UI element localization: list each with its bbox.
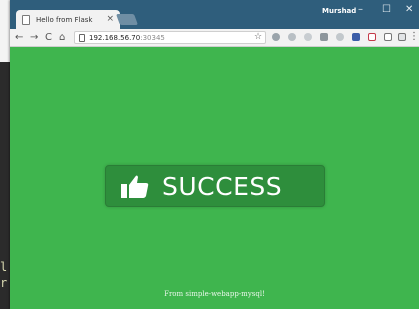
browser-menu-icon[interactable]: ⋮ bbox=[409, 30, 419, 44]
page-content: SUCCESS From simple-webapp-mysql! bbox=[10, 47, 419, 309]
extension-icon[interactable] bbox=[336, 33, 344, 41]
browser-window: Hello from Flask × Murshad – ☐ ✕ ← → C ⌂… bbox=[10, 0, 419, 309]
page-info-icon[interactable] bbox=[79, 33, 85, 42]
extension-icon[interactable] bbox=[384, 33, 392, 41]
terminal-line: r bbox=[0, 276, 8, 290]
back-button[interactable]: ← bbox=[15, 31, 23, 44]
home-button[interactable]: ⌂ bbox=[59, 31, 65, 44]
bookmark-star-icon[interactable]: ☆ bbox=[254, 31, 262, 44]
success-label: SUCCESS bbox=[162, 171, 283, 201]
browser-toolbar: ← → C ⌂ 192.168.56.70 :30345 ☆ ⋮ bbox=[10, 29, 419, 47]
profile-name[interactable]: Murshad bbox=[322, 7, 356, 15]
page-icon bbox=[22, 14, 30, 25]
minimize-button[interactable]: – bbox=[358, 3, 363, 17]
screen: l r Hello from Flask × Murshad – ☐ ✕ ← →… bbox=[0, 0, 419, 309]
extension-icon[interactable] bbox=[352, 33, 360, 41]
extension-icon[interactable] bbox=[304, 33, 312, 41]
url-port: :30345 bbox=[140, 33, 165, 42]
footer-message: From simple-webapp-mysql! bbox=[164, 290, 265, 298]
browser-tab[interactable]: Hello from Flask × bbox=[16, 10, 120, 29]
extension-icon[interactable] bbox=[398, 33, 406, 41]
address-bar[interactable]: 192.168.56.70 :30345 bbox=[74, 31, 266, 44]
terminal-line: l bbox=[0, 260, 8, 274]
extension-icon[interactable] bbox=[288, 33, 296, 41]
pocket-extension-icon[interactable] bbox=[368, 33, 376, 41]
url-host: 192.168.56.70 bbox=[89, 33, 141, 42]
new-tab-button[interactable] bbox=[115, 14, 139, 25]
close-button[interactable]: ✕ bbox=[405, 3, 413, 17]
tab-close-icon[interactable]: × bbox=[106, 15, 114, 24]
tab-title: Hello from Flask bbox=[36, 15, 93, 24]
camera-extension-icon[interactable] bbox=[320, 33, 328, 41]
forward-button[interactable]: → bbox=[30, 31, 38, 44]
title-bar: Hello from Flask × Murshad – ☐ ✕ bbox=[10, 0, 419, 29]
thumbs-up-icon bbox=[121, 175, 149, 198]
reload-button[interactable]: C bbox=[45, 31, 52, 44]
maximize-button[interactable]: ☐ bbox=[382, 3, 391, 17]
success-banner: SUCCESS bbox=[105, 165, 325, 207]
extension-icon[interactable] bbox=[272, 33, 280, 41]
